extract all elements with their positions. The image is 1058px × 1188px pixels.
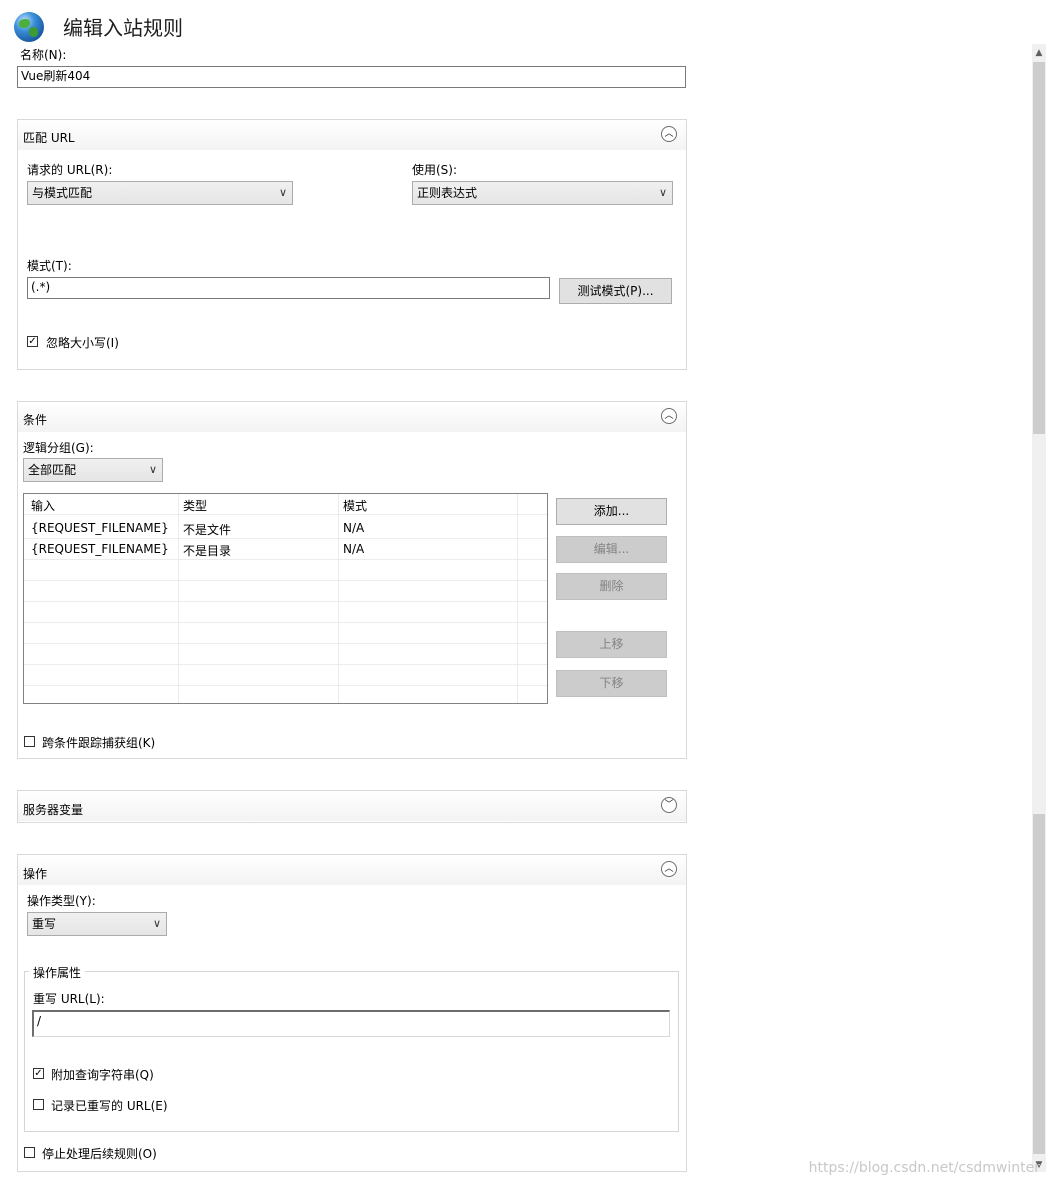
globe-icon bbox=[14, 12, 44, 42]
append-query-checkbox[interactable]: ✓ bbox=[33, 1068, 44, 1079]
scrollbar-thumb[interactable] bbox=[1033, 62, 1045, 434]
requested-url-value: 与模式匹配 bbox=[32, 186, 93, 200]
action-header[interactable]: 操作 ︿ bbox=[18, 855, 686, 885]
match-url-title: 匹配 URL bbox=[23, 131, 75, 145]
empty-row bbox=[24, 665, 547, 686]
chevron-down-icon: ∨ bbox=[152, 917, 161, 930]
move-up-button[interactable]: 上移 bbox=[556, 631, 667, 658]
column-header-type[interactable]: 类型 bbox=[183, 497, 207, 514]
rewrite-url-input[interactable]: / bbox=[32, 1010, 670, 1037]
conditions-title: 条件 bbox=[23, 413, 48, 427]
delete-condition-button[interactable]: 删除 bbox=[556, 573, 667, 600]
empty-row bbox=[24, 581, 547, 602]
scroll-up-icon[interactable]: ▲ bbox=[1032, 46, 1046, 60]
cell-input: {REQUEST_FILENAME} bbox=[31, 521, 169, 535]
server-variables-title: 服务器变量 bbox=[23, 803, 84, 817]
append-query-label: 附加查询字符串(Q) bbox=[51, 1068, 154, 1082]
logical-group-select[interactable]: 全部匹配 ∨ bbox=[23, 458, 163, 482]
cell-type: 不是目录 bbox=[183, 544, 232, 558]
server-variables-section: 服务器变量 ﹀ bbox=[17, 790, 687, 823]
cell-pattern: N/A bbox=[343, 521, 365, 535]
move-down-button[interactable]: 下移 bbox=[556, 670, 667, 697]
track-groups-checkbox[interactable] bbox=[24, 736, 35, 747]
conditions-grid[interactable]: 输入 类型 模式 {REQUEST_FILENAME} 不是文件 N/A {RE… bbox=[23, 493, 548, 704]
match-url-section: 匹配 URL ︿ bbox=[17, 119, 687, 370]
empty-row bbox=[24, 623, 547, 644]
stop-processing-checkbox[interactable] bbox=[24, 1147, 35, 1158]
requested-url-label: 请求的 URL(R): bbox=[27, 163, 113, 177]
pattern-input[interactable]: (.*) bbox=[27, 277, 550, 299]
rewrite-url-label: 重写 URL(L): bbox=[33, 992, 105, 1006]
log-rewritten-label: 记录已重写的 URL(E) bbox=[51, 1099, 168, 1113]
chevron-down-icon: ∨ bbox=[658, 186, 667, 199]
ignore-case-checkbox[interactable]: ✓ bbox=[27, 336, 38, 347]
stop-processing-label: 停止处理后续规则(O) bbox=[42, 1147, 157, 1161]
action-properties-title: 操作属性 bbox=[29, 964, 86, 981]
collapse-chevron-icon[interactable]: ︿ bbox=[661, 126, 677, 142]
logical-group-value: 全部匹配 bbox=[28, 463, 77, 477]
requested-url-select[interactable]: 与模式匹配 ∨ bbox=[27, 181, 293, 205]
conditions-header[interactable]: 条件 ︿ bbox=[18, 402, 686, 432]
cell-input: {REQUEST_FILENAME} bbox=[31, 542, 169, 556]
table-row[interactable]: {REQUEST_FILENAME} 不是文件 N/A bbox=[24, 518, 547, 539]
chevron-down-icon: ∨ bbox=[278, 186, 287, 199]
expand-chevron-icon[interactable]: ﹀ bbox=[661, 797, 677, 813]
empty-row bbox=[24, 644, 547, 665]
pattern-label: 模式(T): bbox=[27, 259, 72, 273]
action-type-select[interactable]: 重写 ∨ bbox=[27, 912, 167, 936]
add-condition-button[interactable]: 添加... bbox=[556, 498, 667, 525]
track-groups-label: 跨条件跟踪捕获组(K) bbox=[42, 736, 156, 750]
table-row[interactable]: {REQUEST_FILENAME} 不是目录 N/A bbox=[24, 539, 547, 560]
page-title: 编辑入站规则 bbox=[63, 16, 183, 40]
test-pattern-button[interactable]: 测试模式(P)... bbox=[559, 278, 672, 304]
vertical-scrollbar[interactable]: ▲ ▼ bbox=[1032, 44, 1046, 1172]
cell-pattern: N/A bbox=[343, 542, 365, 556]
name-input[interactable]: Vue刷新404 bbox=[17, 66, 686, 88]
match-url-header[interactable]: 匹配 URL ︿ bbox=[18, 120, 686, 150]
logical-group-label: 逻辑分组(G): bbox=[23, 441, 94, 455]
scrollbar-track-segment[interactable] bbox=[1033, 814, 1045, 1154]
using-select[interactable]: 正则表达式 ∨ bbox=[412, 181, 673, 205]
using-value: 正则表达式 bbox=[417, 186, 478, 200]
empty-row bbox=[24, 602, 547, 623]
action-type-value: 重写 bbox=[32, 917, 57, 931]
collapse-chevron-icon[interactable]: ︿ bbox=[661, 861, 677, 877]
chevron-down-icon: ∨ bbox=[148, 463, 157, 476]
cell-type: 不是文件 bbox=[183, 523, 232, 537]
column-header-pattern[interactable]: 模式 bbox=[343, 497, 367, 514]
grid-header-row: 输入 类型 模式 bbox=[24, 494, 547, 515]
column-header-input[interactable]: 输入 bbox=[31, 497, 55, 514]
watermark: https://blog.csdn.net/csdmwinter bbox=[808, 1160, 1040, 1176]
using-label: 使用(S): bbox=[412, 163, 458, 177]
empty-row bbox=[24, 560, 547, 581]
name-label: 名称(N): bbox=[20, 48, 67, 62]
action-title: 操作 bbox=[23, 867, 48, 881]
collapse-chevron-icon[interactable]: ︿ bbox=[661, 408, 677, 424]
action-type-label: 操作类型(Y): bbox=[27, 894, 96, 908]
log-rewritten-checkbox[interactable] bbox=[33, 1099, 44, 1110]
edit-condition-button[interactable]: 编辑... bbox=[556, 536, 667, 563]
server-variables-header[interactable]: 服务器变量 ﹀ bbox=[18, 791, 686, 821]
ignore-case-label: 忽略大小写(I) bbox=[46, 336, 119, 350]
